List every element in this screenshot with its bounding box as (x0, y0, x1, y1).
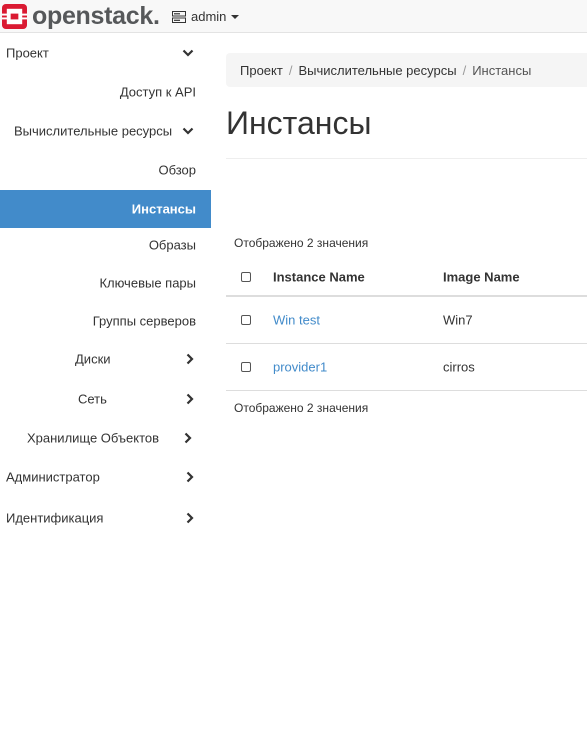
table-header-row: Instance Name Image Name (226, 259, 587, 297)
openstack-logo[interactable]: openstack. (2, 3, 160, 29)
sidebar-item-label: Администратор (6, 469, 100, 485)
instance-name-link[interactable]: Win test (273, 313, 320, 328)
sidebar-item-api-access[interactable]: Доступ к API (0, 73, 211, 111)
row-checkbox[interactable] (241, 362, 251, 372)
instance-name-link[interactable]: provider1 (273, 360, 327, 375)
top-navbar: openstack. admin (0, 0, 587, 33)
sidebar-item-label: Доступ к API (119, 84, 196, 100)
chevron-right-icon (184, 432, 192, 444)
sidebar-item-label: Ключевые пары (99, 275, 196, 291)
sidebar-item-instances[interactable]: Инстансы (0, 190, 211, 228)
sidebar-item-label: Проект (6, 45, 49, 61)
sidebar-item-label: Идентификация (6, 510, 104, 526)
sidebar-item-volumes[interactable]: Диски (0, 340, 211, 378)
sidebar-item-label: Инстансы (131, 201, 196, 217)
sidebar-item-key-pairs[interactable]: Ключевые пары (0, 264, 211, 302)
breadcrumb-item-current: Инстансы (472, 62, 532, 78)
items-count-bottom: Отображено 2 значения (234, 401, 369, 415)
brand-name: openstack. (32, 2, 160, 30)
table-row: Win test Win7 (226, 297, 587, 344)
sidebar-item-server-groups[interactable]: Группы серверов (0, 302, 211, 340)
select-all-checkbox[interactable] (241, 272, 251, 282)
sidebar-item-compute[interactable]: Вычислительные ресурсы (0, 112, 211, 150)
table-row: provider1 cirros (226, 344, 587, 391)
sidebar-item-label: Сеть (78, 391, 107, 407)
chevron-right-icon (186, 512, 194, 524)
row-checkbox[interactable] (241, 315, 251, 325)
sidebar-item-project[interactable]: Проект (0, 34, 211, 72)
column-header-instance-name[interactable]: Instance Name (273, 270, 365, 285)
sidebar-item-label: Образы (148, 237, 196, 253)
sidebar-item-label: Диски (75, 351, 111, 367)
page-title: Инстансы (226, 105, 372, 141)
chevron-down-icon (182, 49, 194, 57)
breadcrumb: Проект / Вычислительные ресурсы / Инстан… (226, 53, 587, 87)
sidebar-item-admin[interactable]: Администратор (0, 458, 211, 496)
title-divider (226, 158, 587, 159)
sidebar-item-overview[interactable]: Обзор (0, 151, 211, 189)
column-header-image-name[interactable]: Image Name (443, 270, 520, 285)
sidebar-item-label: Группы серверов (92, 313, 196, 329)
sidebar-item-label: Вычислительные ресурсы (14, 123, 173, 139)
sidebar-item-label: Хранилище Объектов (27, 430, 160, 446)
image-name-cell: cirros (443, 359, 475, 375)
project-dropdown[interactable]: admin (172, 8, 240, 25)
openstack-logo-icon (2, 3, 27, 29)
sidebar-item-identity[interactable]: Идентификация (0, 499, 211, 537)
breadcrumb-separator: / (462, 62, 467, 78)
sidebar-item-label: Обзор (158, 162, 196, 178)
chevron-right-icon (186, 471, 194, 483)
breadcrumb-item-project[interactable]: Проект (240, 63, 283, 78)
chevron-down-icon (182, 127, 194, 135)
chevron-right-icon (186, 353, 194, 365)
items-count-top: Отображено 2 значения (234, 236, 369, 250)
breadcrumb-item-compute[interactable]: Вычислительные ресурсы (298, 63, 456, 78)
project-dropdown-label: admin (191, 9, 227, 24)
caret-down-icon (231, 14, 240, 19)
sidebar-item-network[interactable]: Сеть (0, 380, 211, 418)
sidebar-item-object-store[interactable]: Хранилище Объектов (0, 419, 211, 457)
image-name-cell: Win7 (443, 312, 473, 328)
sidebar-item-images[interactable]: Образы (0, 226, 211, 264)
instances-table: Instance Name Image Name Win test Win7 p… (226, 259, 587, 391)
server-icon (172, 10, 186, 23)
breadcrumb-separator: / (288, 62, 293, 78)
chevron-right-icon (186, 393, 194, 405)
sidebar: Проект Доступ к API Вычислительные ресур… (0, 33, 211, 754)
